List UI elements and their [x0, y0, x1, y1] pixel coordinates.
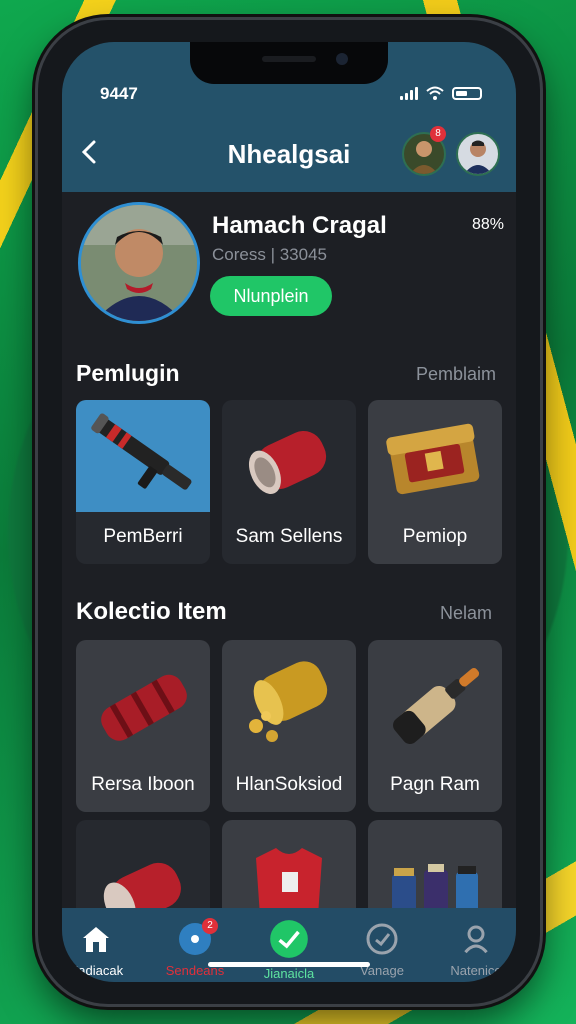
item-label: Pagn Ram	[390, 774, 480, 795]
item-card[interactable]	[222, 820, 356, 920]
nav-item-natenice[interactable]: Natenice	[431, 922, 516, 980]
speaker-grille	[262, 56, 316, 62]
item-card[interactable]: Pagn Ram	[368, 640, 502, 812]
item-label: Pemiop	[402, 526, 468, 547]
red-canister-icon	[103, 862, 181, 920]
signal-icon	[400, 86, 418, 100]
nav-badge: 2	[202, 918, 218, 934]
item-label: PemBerri	[103, 526, 183, 547]
treasure-box-icon	[386, 423, 480, 495]
item-card[interactable]: Sam Sellens	[222, 400, 356, 564]
section-title-pemlugin: Pemlugin	[76, 360, 180, 386]
item-card[interactable]	[76, 820, 210, 920]
jersey-icon	[256, 848, 322, 916]
battery-icon	[452, 86, 482, 100]
avatar-person-icon	[464, 140, 492, 174]
profile-subtitle: Coress | 33045	[212, 245, 327, 264]
item-label: Rersa Iboon	[91, 774, 195, 795]
nav-item-jianaicla[interactable]: Jianaicla	[244, 920, 334, 982]
section-title-collection: Kolectio Item	[76, 598, 227, 625]
item-card[interactable]: PemBerri	[76, 400, 210, 564]
camera-icon	[336, 53, 348, 65]
bottles-icon	[392, 864, 478, 918]
page-title: Nhealgsai	[227, 139, 351, 169]
home-icon	[83, 927, 109, 952]
red-roll-icon	[101, 674, 187, 741]
item-label: Sam Sellens	[235, 526, 343, 547]
item-card[interactable]: HlanSoksiod	[222, 640, 356, 812]
check-icon	[270, 920, 308, 958]
status-icons	[400, 86, 482, 100]
status-time: 9447	[100, 84, 138, 103]
profile-name: Hamach Cragal	[212, 212, 387, 239]
item-card[interactable]: Rersa Iboon	[76, 640, 210, 812]
red-canister-icon	[248, 431, 327, 494]
nav-item-home[interactable]: Nadiacak	[62, 922, 141, 980]
launcher-icon	[76, 400, 210, 512]
notification-badge: 8	[430, 126, 446, 142]
nav-label: Nadiacak	[68, 963, 124, 978]
phone-frame: 9447 Nhealgsai 8 Hamach Cragal Coress | …	[38, 20, 540, 1004]
nav-item-sendeans[interactable]: 2 Sendeans	[150, 918, 240, 980]
user-icon	[462, 925, 490, 955]
nav-label: Jianaicla	[263, 966, 315, 981]
profile-avatar[interactable]	[78, 202, 200, 324]
bottle-icon	[393, 668, 480, 745]
section-link-pemlugin[interactable]: Pemblaim	[416, 364, 496, 385]
bottom-nav: Nadiacak 2 Sendeans Jianaicla Vanage Nat…	[62, 908, 516, 982]
home-indicator[interactable]	[208, 962, 370, 967]
section-link-collection[interactable]: Nelam	[440, 603, 492, 624]
profile-photo	[81, 205, 197, 321]
notch	[190, 42, 388, 84]
item-card[interactable]: Pemiop	[368, 400, 502, 564]
profile-percent: 88%	[472, 216, 505, 233]
app-screen: 9447 Nhealgsai 8 Hamach Cragal Coress | …	[62, 42, 516, 982]
gold-cylinder-icon	[249, 661, 328, 742]
nav-label: Natenice	[450, 963, 502, 978]
user-avatar[interactable]	[456, 132, 500, 176]
item-label: HlanSoksiod	[235, 774, 343, 795]
nav-item-vanage[interactable]: Vanage	[337, 922, 427, 980]
item-card[interactable]	[368, 820, 502, 920]
wifi-icon	[426, 86, 444, 100]
profile-action-button[interactable]: Nlunplein	[210, 276, 332, 316]
gauge-icon	[366, 923, 398, 955]
